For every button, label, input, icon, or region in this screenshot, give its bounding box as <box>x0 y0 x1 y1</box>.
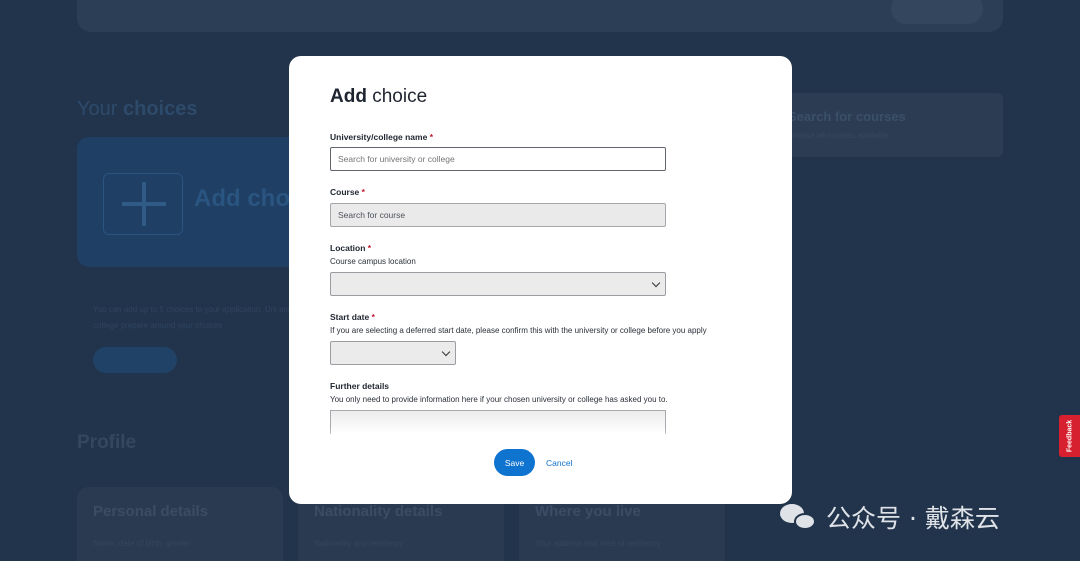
wechat-icon <box>778 502 818 532</box>
chevron-down-icon <box>441 347 451 357</box>
choices-heading-bold: choices <box>122 98 198 120</box>
required-marker: * <box>429 132 434 142</box>
profile-heading: Profile <box>77 432 137 453</box>
start-date-hint: If you are selecting a deferred start da… <box>330 326 707 335</box>
location-hint: Course campus location <box>330 257 416 266</box>
watermark-text: 公众号 · 戴森云 <box>826 504 1000 533</box>
save-button[interactable]: Save <box>494 449 535 476</box>
search-courses-subtitle: Browse all courses available <box>788 131 889 140</box>
top-card <box>77 0 1003 32</box>
scroll-fade <box>319 428 679 446</box>
location-label-text: Location <box>330 243 366 253</box>
choices-heading: Your choices <box>77 98 197 121</box>
course-label: Course * <box>330 187 365 197</box>
choices-info-text: You can add up to 5 choices to your appl… <box>93 305 293 330</box>
profile-card-subtitle: Name, date of birth, gender <box>93 539 191 548</box>
feedback-tab[interactable]: Feedback <box>1059 415 1080 457</box>
location-select[interactable] <box>330 272 666 296</box>
add-choice-dialog: Add choice University/college name * Cou… <box>289 56 792 504</box>
dialog-title-rest: choice <box>366 86 428 107</box>
dialog-title: Add choice <box>330 86 427 108</box>
required-marker: * <box>371 312 375 322</box>
profile-card-title: Personal details <box>93 503 209 520</box>
dialog-title-bold: Add <box>330 86 367 107</box>
feedback-label: Feedback <box>1066 419 1073 453</box>
cancel-button[interactable]: Cancel <box>546 454 572 471</box>
profile-card-subtitle: Nationality and residency <box>314 539 404 548</box>
plus-icon <box>103 173 183 235</box>
choices-heading-light: Your <box>77 98 118 120</box>
further-details-label: Further details <box>330 381 390 391</box>
profile-card-personal: Personal details Name, date of birth, ge… <box>77 487 283 561</box>
course-search-input[interactable]: Search for course <box>330 203 666 227</box>
search-courses-title: Search for courses <box>788 109 906 124</box>
background-pill-button <box>93 347 177 373</box>
search-courses-card: Search for courses Browse all courses av… <box>770 93 1003 157</box>
university-label: University/college name * <box>330 132 433 142</box>
required-marker: * <box>367 243 372 253</box>
chevron-down-icon <box>651 278 661 288</box>
watermark: 公众号 · 戴森云 <box>778 501 1000 533</box>
add-choice-card: Add cho <box>77 137 317 267</box>
profile-card-title: Nationality details <box>314 503 443 520</box>
profile-card-subtitle: Your address and area of residency <box>535 539 662 548</box>
start-date-select[interactable] <box>330 341 456 365</box>
university-search-input[interactable] <box>330 147 666 171</box>
location-label: Location * <box>330 243 371 253</box>
required-marker: * <box>361 187 365 197</box>
top-card-button <box>891 0 983 24</box>
profile-card-title: Where you live <box>535 503 641 520</box>
course-label-text: Course <box>330 187 360 197</box>
start-date-label: Start date * <box>330 312 375 322</box>
university-label-text: University/college name <box>330 132 428 142</box>
further-details-hint: You only need to provide information her… <box>330 395 668 404</box>
start-date-label-text: Start date <box>330 312 370 322</box>
add-choice-card-label: Add cho <box>194 185 290 212</box>
